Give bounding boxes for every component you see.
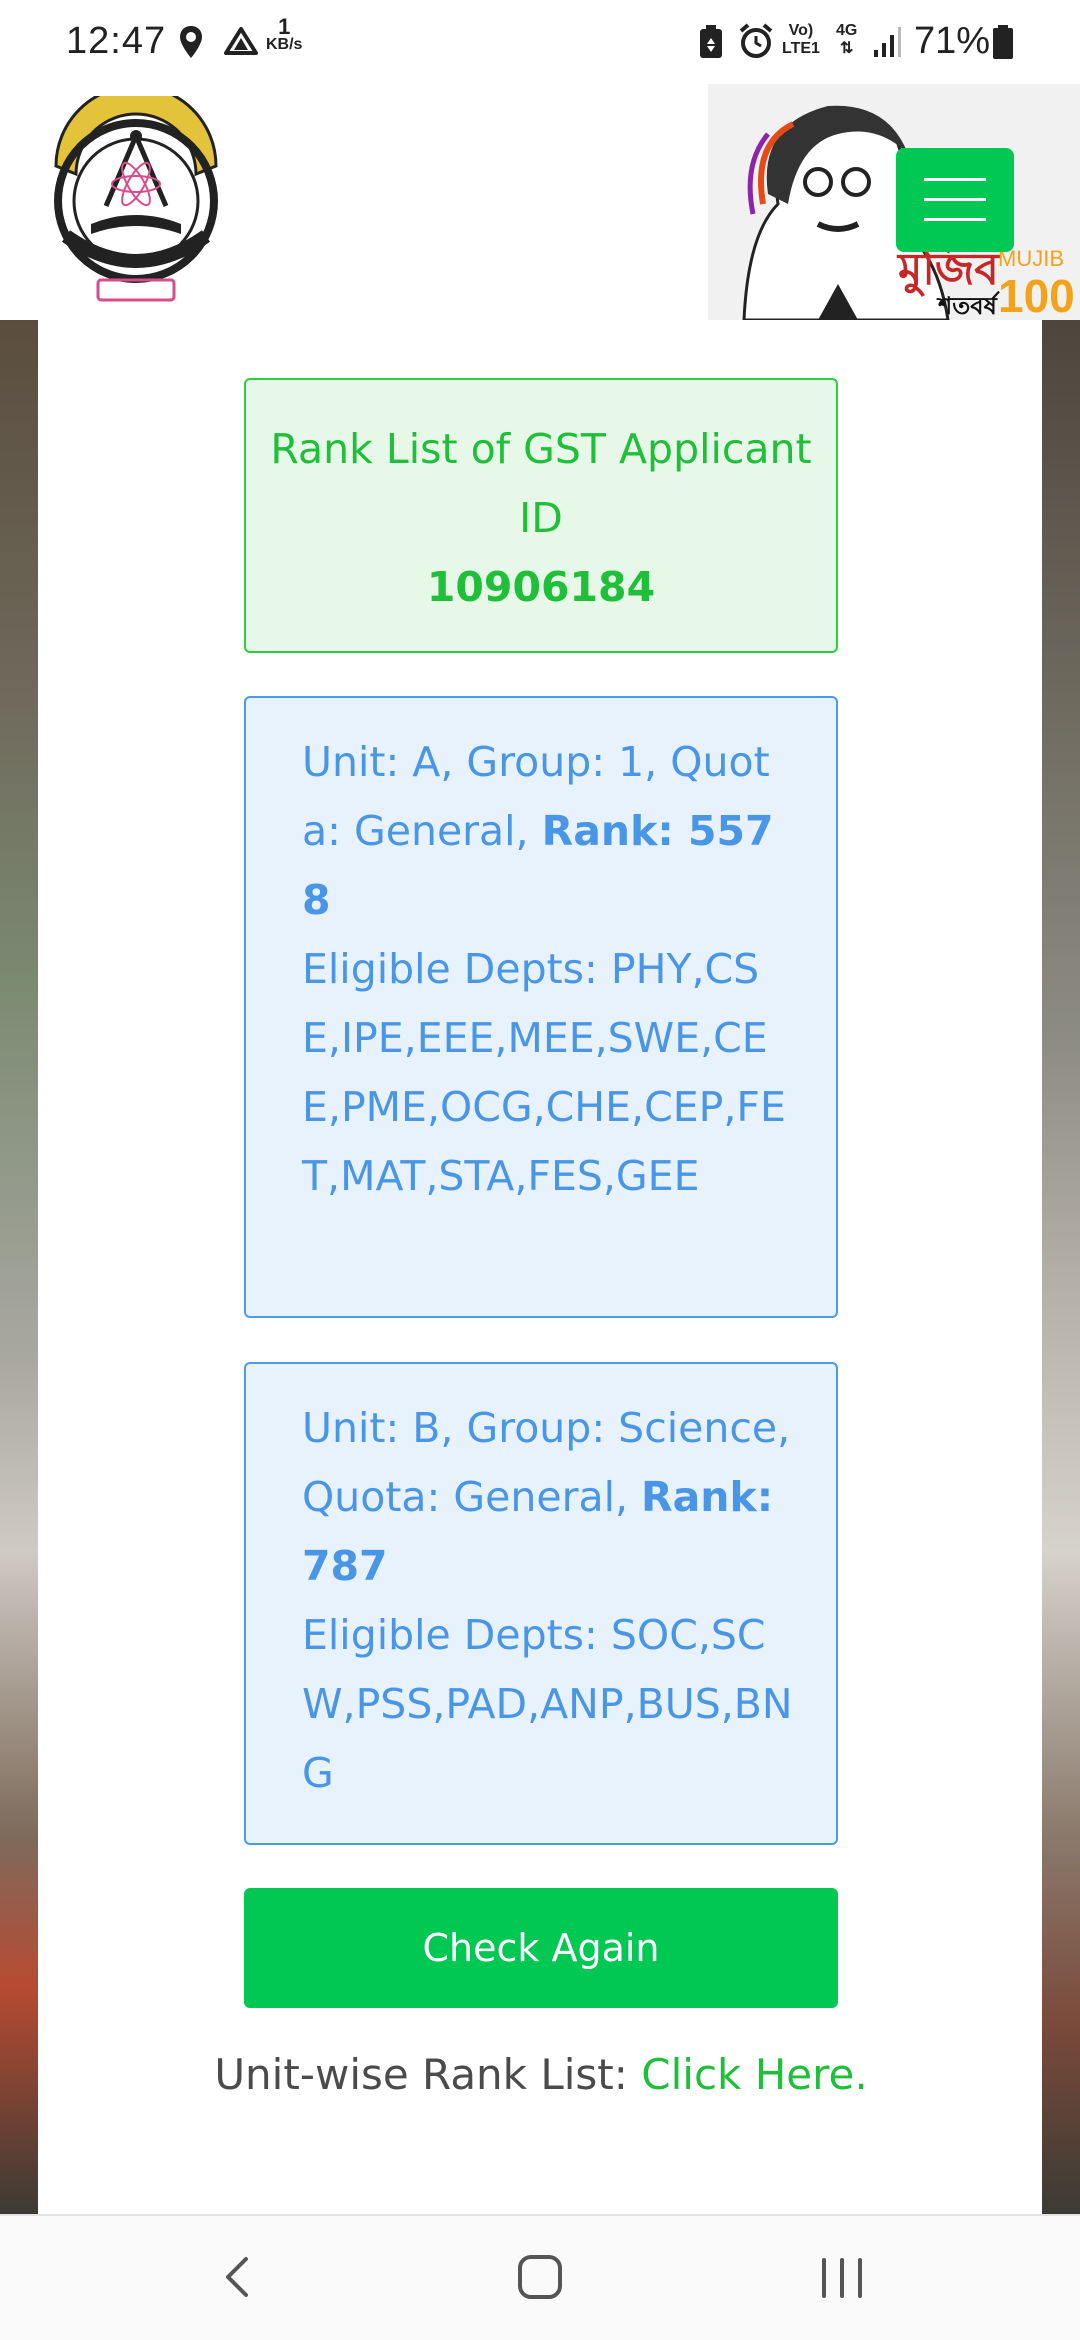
alarm-icon — [739, 23, 773, 58]
unitwise-label: Unit-wise Rank List: — [214, 2050, 628, 2099]
unitwise-rank-list: Unit-wise Rank List: Click Here. — [200, 2034, 882, 2116]
svg-text:শতবর্ষ: শতবর্ষ — [936, 290, 1000, 320]
applicant-id: 10906184 — [426, 563, 656, 611]
portrait-illustration: মুজিব শতবর্ষ MUJIB 100 — [742, 105, 1075, 320]
recent-apps-button[interactable] — [782, 2216, 902, 2340]
applicant-result-box: Rank List of GST Applicant ID 10906184 — [244, 378, 838, 653]
back-button[interactable] — [176, 2216, 296, 2340]
menu-bar-icon — [924, 218, 986, 221]
status-bar: 12:47 1 KB/s Vo) LTE1 4G ⇅ 71% — [0, 0, 1080, 84]
battery-saver-icon — [700, 25, 722, 58]
unitwise-click-here-link[interactable]: Click Here. — [641, 2050, 867, 2099]
lte-label: LTE1 — [782, 40, 820, 57]
svg-text:100: 100 — [998, 270, 1075, 320]
site-header: মুজিব শতবর্ষ MUJIB 100 — [0, 84, 1080, 320]
battery-percent: 71% — [914, 20, 991, 62]
status-time: 12:47 — [66, 20, 167, 62]
back-chevron-icon — [226, 2257, 248, 2297]
background-photo-left — [0, 320, 38, 2214]
speed-unit: KB/s — [266, 36, 303, 53]
volte-label: Vo) — [788, 22, 814, 39]
recent-apps-icon — [822, 2258, 862, 2298]
hamburger-menu-button[interactable] — [896, 148, 1014, 252]
home-button[interactable] — [480, 2216, 600, 2340]
background-photo-right — [1042, 320, 1080, 2214]
battery-icon — [993, 25, 1013, 59]
unit-b-rank-box: Unit: B, Group: Science, Quota: General,… — [244, 1362, 838, 1845]
speed-value: 1 — [278, 14, 291, 39]
network-speed: 1 KB/s — [266, 14, 303, 54]
unit-a-depts-label: Eligible Depts: — [302, 945, 598, 993]
location-icon — [180, 26, 202, 58]
menu-bar-icon — [924, 178, 986, 181]
volte-indicator: Vo) LTE1 — [782, 22, 820, 58]
mujib-100-banner: মুজিব শতবর্ষ MUJIB 100 — [708, 84, 1080, 320]
menu-bar-icon — [924, 198, 986, 201]
unit-a-rank-box: Unit: A, Group: 1, Quota: General, Rank:… — [244, 696, 838, 1318]
system-nav-bar — [0, 2214, 1080, 2340]
drive-icon — [224, 27, 258, 55]
result-title: Rank List of GST Applicant ID — [270, 425, 812, 542]
data-arrows-icon: ⇅ — [839, 40, 854, 57]
check-again-button[interactable]: Check Again — [244, 1888, 838, 2008]
network-type-indicator: 4G ⇅ — [836, 22, 857, 58]
university-logo[interactable] — [36, 96, 236, 306]
network-type-label: 4G — [836, 22, 858, 39]
signal-icon — [874, 27, 901, 57]
unit-b-depts-label: Eligible Depts: — [302, 1611, 598, 1659]
home-square-icon — [518, 2255, 562, 2299]
